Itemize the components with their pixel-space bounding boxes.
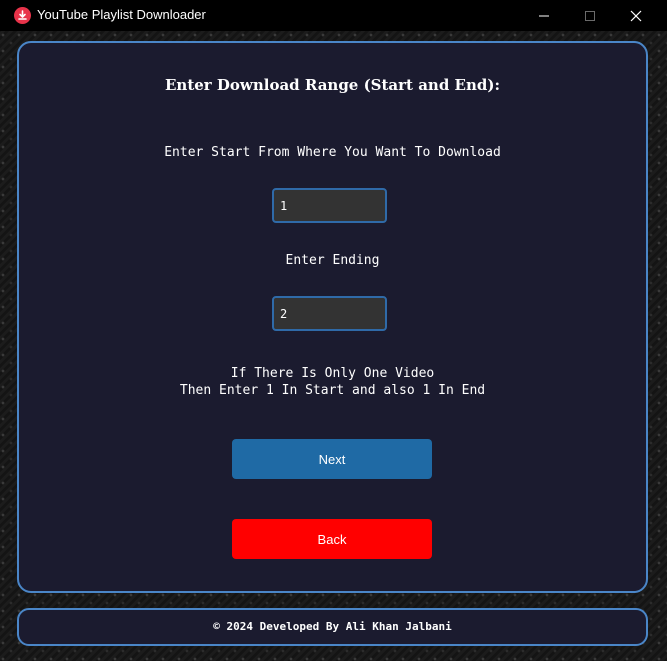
minimize-icon [539,15,549,17]
close-button[interactable] [613,0,659,31]
back-button[interactable]: Back [232,519,432,559]
footer-credit: © 2024 Developed By Ali Khan Jalbani [213,620,452,633]
close-icon [630,10,642,22]
maximize-button[interactable] [567,0,613,31]
footer: © 2024 Developed By Ali Khan Jalbani [17,608,648,646]
youtube-download-icon [14,7,31,24]
range-panel: Enter Download Range (Start and End): En… [17,41,648,593]
title-bar: YouTube Playlist Downloader [0,0,667,31]
end-label: Enter Ending [285,253,380,268]
start-input[interactable] [272,188,387,223]
end-input[interactable] [272,296,387,331]
minimize-button[interactable] [521,0,567,31]
page-title: Enter Download Range (Start and End): [164,76,501,94]
maximize-icon [585,11,595,21]
hint-text-line-1: If There Is Only One Video [230,366,435,381]
next-button[interactable]: Next [232,439,432,479]
hint-text-line-2: Then Enter 1 In Start and also 1 In End [179,383,486,398]
start-label: Enter Start From Where You Want To Downl… [164,145,501,160]
window-title: YouTube Playlist Downloader [37,7,206,22]
